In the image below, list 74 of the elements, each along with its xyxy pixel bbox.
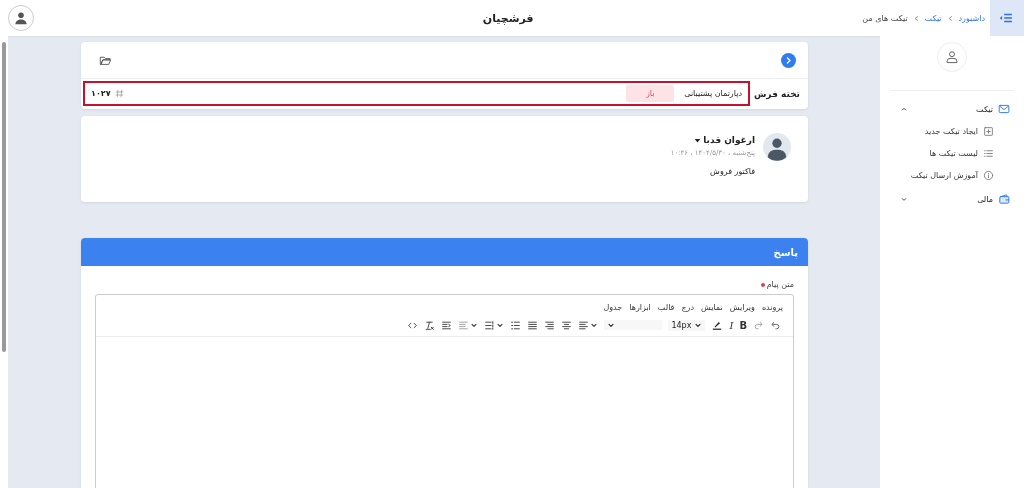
list-icon xyxy=(983,148,994,159)
breadcrumb-link[interactable]: داشبورد xyxy=(958,13,985,23)
line-height-icon xyxy=(458,319,470,331)
chevron-down-icon xyxy=(694,321,703,329)
menu-item[interactable]: درج xyxy=(681,303,694,312)
reply-title: پاسخ xyxy=(773,246,798,258)
justify-icon xyxy=(527,319,539,331)
sidebar-label: آموزش ارسال تیکت xyxy=(910,171,978,180)
menu-item[interactable]: جدول xyxy=(603,303,623,312)
caret-icon xyxy=(694,136,702,144)
menu-item[interactable]: پرونده xyxy=(761,303,783,312)
site-title: فرشچیان xyxy=(482,11,534,25)
sidebar-subitem[interactable]: آموزش ارسال تیکت xyxy=(880,165,1024,187)
font-size-select[interactable]: 14px xyxy=(668,319,706,331)
department-label: دپارتمان پشتیبانی xyxy=(684,89,742,98)
bullet-list-icon xyxy=(510,319,522,331)
author-name: ارغوان قدبا xyxy=(703,135,755,145)
envelope-icon xyxy=(998,103,1010,115)
sidebar-label: لیست تیکت ها xyxy=(929,149,978,158)
toolbar-button[interactable] xyxy=(441,319,453,331)
align-left-icon xyxy=(578,319,590,331)
avatar-icon xyxy=(763,133,791,161)
sidebar-label: ایجاد تیکت جدید xyxy=(924,127,978,136)
menu-item[interactable]: قالب xyxy=(657,303,675,312)
toolbar-button[interactable] xyxy=(561,319,573,331)
breadcrumb-link[interactable]: تیکت xyxy=(924,13,942,23)
menu-item[interactable]: ابزارها xyxy=(629,303,651,312)
hash-icon xyxy=(114,89,124,98)
toolbar-button[interactable] xyxy=(527,319,539,331)
sidebar-subitem[interactable]: ایجاد تیکت جدید xyxy=(880,121,1024,143)
clear-format-icon xyxy=(424,319,436,331)
field-label: متن پیام xyxy=(766,280,794,289)
chevron-down-icon xyxy=(470,321,479,329)
indent-icon xyxy=(441,319,453,331)
highlighter-icon xyxy=(711,319,724,331)
bold-button[interactable]: B xyxy=(739,319,747,331)
sidebar-item[interactable]: تیکت xyxy=(880,97,1024,121)
align-center-icon xyxy=(561,319,573,331)
wallet-icon xyxy=(998,193,1010,205)
breadcrumb-current: تیکت های من xyxy=(862,13,908,23)
chevron-right-icon xyxy=(784,55,793,65)
user-outline-icon xyxy=(945,50,959,64)
toolbar-button[interactable] xyxy=(578,319,599,331)
chevron-icon xyxy=(946,14,954,22)
sidebar-label: تیکت xyxy=(976,104,993,114)
ticket-title: تخته فرش xyxy=(753,88,801,99)
user-avatar-button[interactable] xyxy=(8,5,34,31)
sidebar-subitem[interactable]: لیست تیکت ها xyxy=(880,143,1024,165)
numbered-list-icon xyxy=(484,319,496,331)
chevron-icon xyxy=(912,14,920,22)
align-right-icon xyxy=(544,319,556,331)
toolbar-button[interactable] xyxy=(711,319,724,331)
ticket-number: ۱۰۲۷ xyxy=(91,89,111,98)
toolbar-button[interactable] xyxy=(510,319,522,331)
toolbar-button[interactable] xyxy=(424,319,436,331)
menu-item[interactable]: نمایش xyxy=(701,303,723,312)
back-button[interactable] xyxy=(781,52,796,68)
info-icon xyxy=(983,170,994,181)
plus-square-icon xyxy=(983,126,994,137)
menu-item[interactable]: ویرایش xyxy=(729,303,755,312)
toolbar-button[interactable] xyxy=(484,319,505,331)
italic-button[interactable]: I xyxy=(729,319,734,331)
redo-icon xyxy=(753,319,764,331)
menu-toggle-button[interactable] xyxy=(990,0,1024,36)
menu-icon xyxy=(1000,11,1014,25)
undo-icon xyxy=(770,319,781,331)
sidebar-item[interactable]: مالی xyxy=(880,187,1024,211)
toolbar-button[interactable] xyxy=(544,319,556,331)
message-text: فاکتور فروش xyxy=(709,167,755,176)
sidebar-label: مالی xyxy=(977,194,993,204)
status-badge: باز xyxy=(626,85,675,102)
scrollbar[interactable] xyxy=(0,36,8,488)
chevron-down-icon xyxy=(496,321,505,329)
user-icon xyxy=(14,11,28,25)
